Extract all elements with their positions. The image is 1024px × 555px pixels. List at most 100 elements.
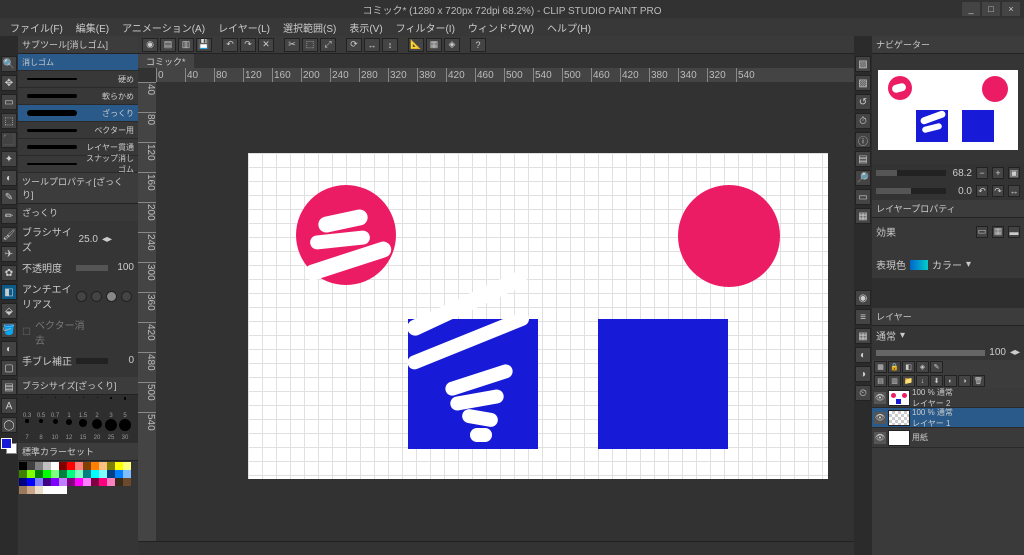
color-swatch[interactable] (51, 470, 59, 478)
layer-property-tab[interactable]: レイヤープロパティ (872, 200, 1024, 218)
subtool-item[interactable]: ざっくり (18, 105, 138, 122)
toolbar-ruler-icon[interactable]: 📐 (408, 38, 424, 52)
color-swatch[interactable] (43, 486, 51, 494)
tool-gradient-icon[interactable]: ◐ (1, 341, 17, 357)
color-swatch[interactable] (51, 486, 59, 494)
navigator-rotate-value[interactable]: 0.0 (950, 186, 972, 197)
color-swatch[interactable] (107, 478, 115, 486)
color-swatch[interactable] (51, 462, 59, 470)
color-swatch[interactable] (35, 462, 43, 470)
color-set-tab[interactable]: 標準カラーセット (18, 443, 138, 461)
color-swatch[interactable] (83, 470, 91, 478)
opacity-spinner-icon[interactable]: ◂▸ (1010, 347, 1020, 358)
antialias-option-icon[interactable] (91, 291, 102, 302)
material-icon[interactable]: ▨ (855, 75, 871, 91)
chevron-down-icon[interactable]: ▾ (900, 330, 905, 341)
visibility-icon[interactable]: 👁 (874, 412, 886, 424)
new-folder-icon[interactable]: 📁 (902, 375, 915, 387)
toolbar-scale-icon[interactable]: ⤢ (320, 38, 336, 52)
brush-size-spinner-icon[interactable]: ◂▸ (102, 234, 112, 245)
color-swatch[interactable] (115, 462, 123, 470)
toolbar-snap-icon[interactable]: ◈ (444, 38, 460, 52)
color-swatch[interactable] (83, 462, 91, 470)
canvas[interactable] (248, 153, 828, 479)
subtool-item[interactable]: 硬め (18, 71, 138, 88)
toolbar-rotate-icon[interactable]: ⟳ (346, 38, 362, 52)
tool-pencil-icon[interactable]: ✏ (1, 208, 17, 224)
color-swatch[interactable] (35, 470, 43, 478)
toolbar-redo-icon[interactable]: ↷ (240, 38, 256, 52)
color-set-icon[interactable]: ▦ (855, 328, 871, 344)
color-swatch[interactable] (91, 470, 99, 478)
expression-color-dropdown[interactable]: カラー (932, 257, 962, 272)
color-swatch[interactable] (91, 478, 99, 486)
color-swatch[interactable] (51, 478, 59, 486)
brush-size-cell[interactable]: 3 (104, 397, 118, 419)
opacity-slider[interactable] (76, 265, 108, 271)
brush-size-cell[interactable]: 2 (90, 397, 104, 419)
stabilization-slider[interactable] (76, 358, 108, 364)
color-swatch[interactable] (19, 470, 27, 478)
brush-size-cell[interactable]: 30 (118, 419, 132, 441)
toolbar-open-icon[interactable]: ▥ (178, 38, 194, 52)
color-swatch[interactable] (43, 470, 51, 478)
delete-layer-icon[interactable]: 🗑 (972, 375, 985, 387)
layer-item[interactable]: 👁 用紙 (872, 428, 1024, 448)
brush-size-cell[interactable]: 5 (118, 397, 132, 419)
navigator-zoom-slider[interactable] (876, 170, 946, 176)
layer-panel-tab[interactable]: レイヤー (872, 308, 1024, 326)
menu-help[interactable]: ヘルプ(H) (541, 18, 597, 37)
toolbar-flip-v-icon[interactable]: ↕ (382, 38, 398, 52)
history-icon[interactable]: ↺ (855, 94, 871, 110)
color-swatch[interactable] (27, 478, 35, 486)
color-swatch[interactable] (115, 478, 123, 486)
brush-size-cell[interactable]: 8 (34, 419, 48, 441)
subtool-item[interactable]: ベクター用 (18, 122, 138, 139)
zoom-out-icon[interactable]: − (976, 167, 988, 179)
antialias-option-icon[interactable] (121, 291, 132, 302)
lock-transparent-icon[interactable]: ▦ (874, 361, 887, 373)
menu-window[interactable]: ウィンドウ(W) (462, 18, 540, 37)
color-swatch[interactable] (43, 478, 51, 486)
toolbar-delete-icon[interactable]: ✕ (258, 38, 274, 52)
brush-size-cell[interactable]: 10 (48, 419, 62, 441)
quick-access-icon[interactable]: ▧ (855, 56, 871, 72)
color-swatch[interactable] (19, 462, 27, 470)
color-swatch[interactable] (59, 470, 67, 478)
visibility-icon[interactable]: 👁 (874, 392, 886, 404)
antialias-option-icon[interactable] (106, 291, 117, 302)
brush-size-cell[interactable]: 0.3 (20, 397, 34, 419)
color-swatch[interactable] (91, 462, 99, 470)
effect-layer-color-icon[interactable]: ▬ (1008, 226, 1020, 238)
fit-icon[interactable]: ▣ (1008, 167, 1020, 179)
toolbar-clip-icon[interactable]: ◉ (142, 38, 158, 52)
toolbar-flip-h-icon[interactable]: ↔ (364, 38, 380, 52)
animation-cel-icon[interactable]: ▦ (855, 208, 871, 224)
new-raster-icon[interactable]: ▤ (874, 375, 887, 387)
tool-figure-icon[interactable]: ▢ (1, 360, 17, 376)
new-vector-icon[interactable]: ▥ (888, 375, 901, 387)
brush-size-cell[interactable]: 25 (104, 419, 118, 441)
color-swatch[interactable] (75, 470, 83, 478)
tool-balloon-icon[interactable]: ◯ (1, 417, 17, 433)
navigator-rotate-slider[interactable] (876, 188, 946, 194)
info-icon[interactable]: ⓘ (855, 132, 871, 148)
toolbar-new-icon[interactable]: ▤ (160, 38, 176, 52)
brush-size-cell[interactable]: 1.5 (76, 397, 90, 419)
subtool-tab[interactable]: サブツール[消しゴム] (18, 36, 138, 54)
brush-size-cell[interactable]: 0.5 (34, 397, 48, 419)
color-swatch[interactable] (123, 470, 131, 478)
subtool-item[interactable]: スナップ消しゴム (18, 156, 138, 173)
layer-opacity-slider[interactable] (876, 350, 985, 356)
tool-text-icon[interactable]: A (1, 398, 17, 414)
tool-property-tab[interactable]: ツールプロパティ[ざっくり] (18, 173, 138, 204)
toolbar-grid-icon[interactable]: ▦ (426, 38, 442, 52)
transfer-down-icon[interactable]: ↓ (916, 375, 929, 387)
tool-brush-icon[interactable]: 🖌 (1, 227, 17, 243)
merge-down-icon[interactable]: ⬇ (930, 375, 943, 387)
subtool-item[interactable]: 軟らかめ (18, 88, 138, 105)
color-swatch[interactable] (59, 462, 67, 470)
color-swatch[interactable] (59, 486, 67, 494)
tool-pen-icon[interactable]: ✎ (1, 189, 17, 205)
tool-layer-move-icon[interactable]: ⬚ (1, 113, 17, 129)
